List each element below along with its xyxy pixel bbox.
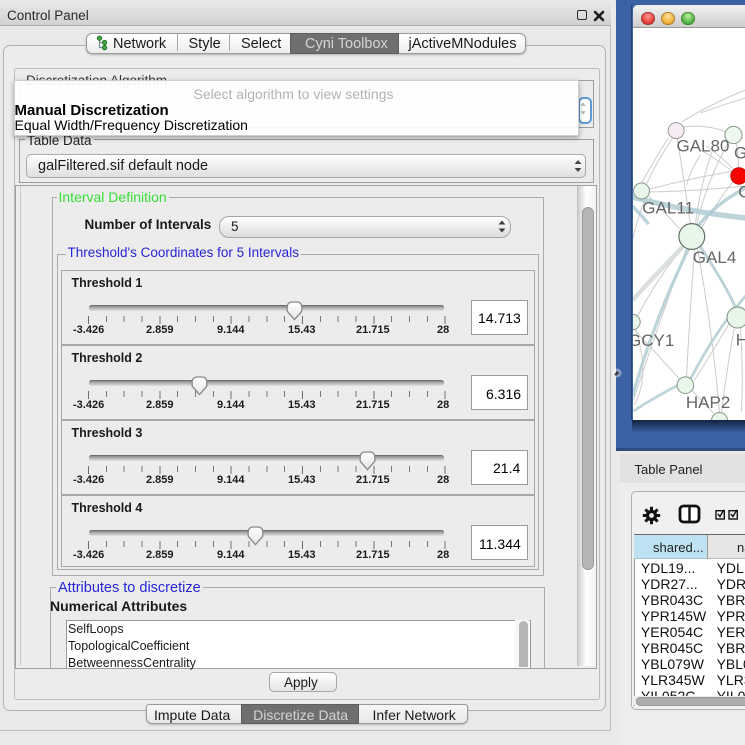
svg-text:GAL4: GAL4 bbox=[692, 248, 735, 267]
svg-text:GCY1: GCY1 bbox=[633, 331, 674, 350]
svg-text:C: C bbox=[738, 183, 745, 202]
svg-text:GAL11: GAL11 bbox=[642, 199, 694, 218]
svg-text:GAL80: GAL80 bbox=[676, 137, 729, 156]
svg-text:HAP2: HAP2 bbox=[685, 393, 729, 412]
svg-text:H: H bbox=[735, 331, 745, 350]
svg-text:GA: GA bbox=[734, 144, 745, 163]
